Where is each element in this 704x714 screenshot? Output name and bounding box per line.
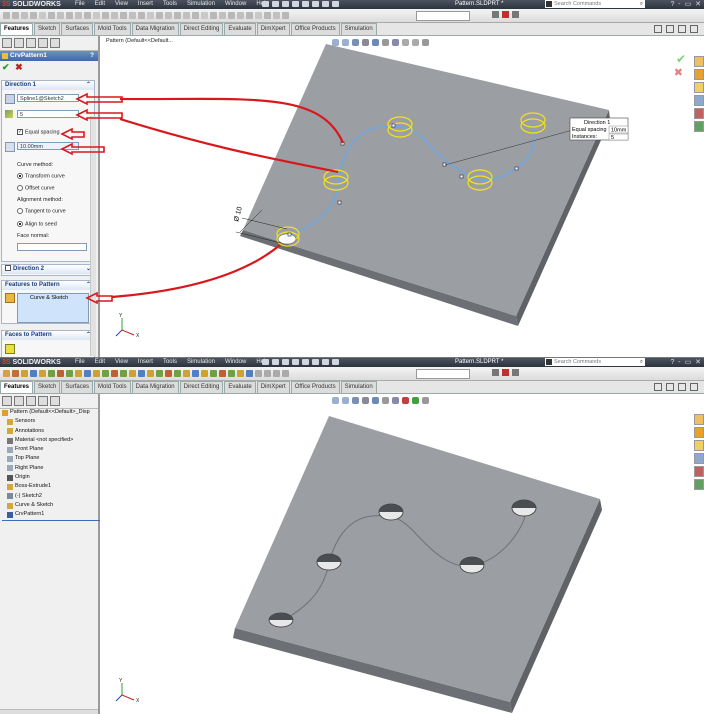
callout-instances-value[interactable]: 5 [611,135,614,141]
screenshot-after: 3S SOLIDWORKS File Edit View Insert Tool… [0,357,704,714]
diameter-dimension-text[interactable]: Ø 10 [233,206,244,223]
plate-top-face [243,44,609,316]
triad-icon: XY [115,678,140,704]
callout-spacing-label: Equal spacing [572,127,607,133]
svg-text:X: X [136,333,140,339]
plate-top-face [235,416,600,702]
callout-spacing-value[interactable]: 10mm [611,128,627,134]
red-callout-arrows [60,92,123,305]
callout-title: Direction 1 [584,120,610,126]
model-view-before: Direction 1 Equal spacing 10mm Instances… [60,44,629,339]
triad-icon: XY [115,313,140,339]
screenshot-before: 3S SOLIDWORKS File Edit View Insert Tool… [0,0,704,357]
model-view-after: XY [115,416,602,713]
callout-instances-label: Instances: [572,134,598,140]
seed-hole [277,233,297,245]
svg-text:X: X [136,698,140,704]
